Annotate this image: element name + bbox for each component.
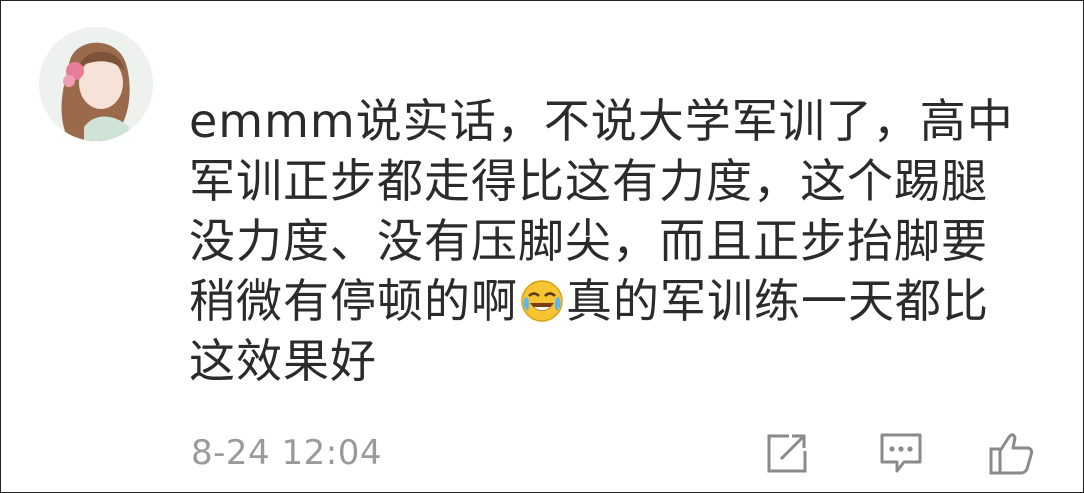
timestamp: 8-24 12:04 — [191, 433, 382, 473]
reply-button[interactable] — [877, 429, 925, 477]
comment-icon — [880, 433, 922, 473]
user-avatar-illustration — [39, 27, 153, 141]
laughing-crying-emoji — [521, 280, 563, 322]
comment-line: 没力度、没有压脚尖，而且正步抬脚要 — [189, 214, 988, 268]
comment-line: 稍微有停顿的啊 真的军训练一天都比 — [189, 271, 1019, 331]
like-button[interactable] — [987, 429, 1035, 477]
comment-line: 这效果好 — [189, 334, 377, 388]
comment-line-part: 稍微有停顿的啊 — [189, 274, 518, 328]
comment-card: emmm说实话，不说大学军训了，高中 军训正步都走得比这有力度，这个踢腿 没力度… — [0, 0, 1084, 493]
share-icon — [767, 434, 807, 473]
comment-text: emmm说实话，不说大学军训了，高中 军训正步都走得比这有力度，这个踢腿 没力度… — [189, 91, 1019, 391]
comment-line-part: 真的军训练一天都比 — [566, 274, 989, 328]
comment-line: 军训正步都走得比这有力度，这个踢腿 — [189, 154, 988, 208]
thumbs-up-icon — [989, 433, 1034, 475]
comment-line: emmm说实话，不说大学军训了，高中 — [189, 94, 1014, 148]
share-button[interactable] — [763, 429, 811, 477]
avatar[interactable] — [39, 27, 153, 141]
